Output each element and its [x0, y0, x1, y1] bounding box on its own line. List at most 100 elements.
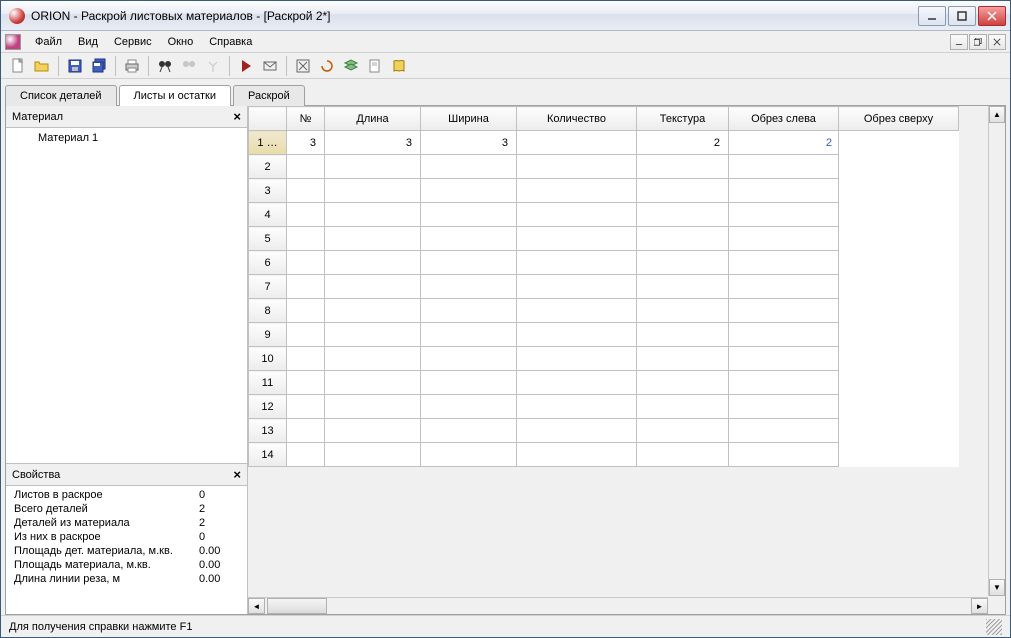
cell[interactable]	[637, 251, 729, 275]
cell[interactable]: 3	[325, 131, 421, 155]
tab-sheets[interactable]: Листы и остатки	[119, 85, 231, 106]
cell[interactable]: 3	[421, 131, 517, 155]
close-button[interactable]	[978, 6, 1006, 26]
cell[interactable]	[637, 419, 729, 443]
data-grid[interactable]: №ДлинаШиринаКоличествоТекстураОбрез слев…	[248, 106, 959, 467]
menu-service[interactable]: Сервис	[106, 34, 160, 50]
cell[interactable]	[287, 323, 325, 347]
cell[interactable]	[637, 203, 729, 227]
cell[interactable]	[325, 443, 421, 467]
cell[interactable]	[287, 371, 325, 395]
page-icon[interactable]	[364, 55, 386, 77]
cell[interactable]	[729, 155, 839, 179]
minimize-button[interactable]	[918, 6, 946, 26]
grid-row[interactable]: 9	[249, 323, 959, 347]
layers-icon[interactable]	[340, 55, 362, 77]
cell[interactable]	[637, 155, 729, 179]
cell[interactable]	[421, 419, 517, 443]
cell[interactable]	[637, 443, 729, 467]
tree-icon[interactable]	[202, 55, 224, 77]
tab-parts-list[interactable]: Список деталей	[5, 85, 117, 106]
vertical-scrollbar[interactable]: ▲ ▼	[988, 106, 1005, 596]
column-header[interactable]: Обрез сверху	[839, 107, 959, 131]
mdi-restore-button[interactable]	[969, 34, 987, 50]
grid-row[interactable]: 12	[249, 395, 959, 419]
column-header[interactable]: Ширина	[421, 107, 517, 131]
cell[interactable]	[637, 395, 729, 419]
cell[interactable]	[729, 443, 839, 467]
grid-row[interactable]: 1 …33322	[249, 131, 959, 155]
cell[interactable]	[287, 419, 325, 443]
cell[interactable]	[729, 371, 839, 395]
grid-row[interactable]: 11	[249, 371, 959, 395]
cell[interactable]	[637, 371, 729, 395]
row-ellipsis-icon[interactable]: …	[267, 137, 278, 149]
menu-file[interactable]: Файл	[27, 34, 70, 50]
cell[interactable]	[421, 179, 517, 203]
grid-row[interactable]: 5	[249, 227, 959, 251]
row-header[interactable]: 8	[249, 299, 287, 323]
run-icon[interactable]	[235, 55, 257, 77]
cell[interactable]	[287, 443, 325, 467]
cell[interactable]	[729, 275, 839, 299]
cell[interactable]	[421, 299, 517, 323]
cell[interactable]	[517, 179, 637, 203]
cell[interactable]	[637, 227, 729, 251]
cell[interactable]	[729, 395, 839, 419]
cell[interactable]	[287, 251, 325, 275]
cell[interactable]	[517, 251, 637, 275]
row-header[interactable]: 10	[249, 347, 287, 371]
cell[interactable]	[287, 275, 325, 299]
cell[interactable]	[325, 227, 421, 251]
cell[interactable]	[729, 227, 839, 251]
grid-row[interactable]: 4	[249, 203, 959, 227]
cell[interactable]	[729, 347, 839, 371]
row-header[interactable]: 1 …	[249, 131, 287, 155]
cell[interactable]	[517, 131, 637, 155]
scroll-left-icon[interactable]: ◄	[248, 598, 265, 614]
cell[interactable]	[325, 179, 421, 203]
print-icon[interactable]	[121, 55, 143, 77]
tab-cutting[interactable]: Раскрой	[233, 85, 305, 106]
mail-icon[interactable]	[259, 55, 281, 77]
menu-view[interactable]: Вид	[70, 34, 106, 50]
row-header[interactable]: 6	[249, 251, 287, 275]
cell[interactable]	[517, 395, 637, 419]
cell[interactable]	[637, 275, 729, 299]
row-header[interactable]: 4	[249, 203, 287, 227]
cell[interactable]	[325, 323, 421, 347]
cell[interactable]: 2	[637, 131, 729, 155]
cell[interactable]	[421, 227, 517, 251]
cell[interactable]	[517, 155, 637, 179]
find-next-icon[interactable]	[178, 55, 200, 77]
mdi-close-button[interactable]	[988, 34, 1006, 50]
cell[interactable]	[517, 443, 637, 467]
cell[interactable]	[325, 299, 421, 323]
cell[interactable]	[421, 323, 517, 347]
grid-row[interactable]: 2	[249, 155, 959, 179]
cell[interactable]	[517, 227, 637, 251]
cell[interactable]	[287, 347, 325, 371]
menu-help[interactable]: Справка	[201, 34, 260, 50]
cell[interactable]	[421, 155, 517, 179]
column-header[interactable]: Обрез слева	[729, 107, 839, 131]
cell[interactable]	[517, 323, 637, 347]
grid-row[interactable]: 7	[249, 275, 959, 299]
grid-row[interactable]: 6	[249, 251, 959, 275]
material-panel-close-icon[interactable]: ×	[233, 109, 241, 124]
row-header[interactable]: 13	[249, 419, 287, 443]
menu-window[interactable]: Окно	[160, 34, 202, 50]
scroll-down-icon[interactable]: ▼	[989, 579, 1005, 596]
row-header[interactable]: 9	[249, 323, 287, 347]
cell[interactable]	[287, 227, 325, 251]
scroll-up-icon[interactable]: ▲	[989, 106, 1005, 123]
cell[interactable]	[421, 395, 517, 419]
material-item[interactable]: Материал 1	[8, 130, 245, 146]
cell[interactable]	[729, 251, 839, 275]
row-header[interactable]: 3	[249, 179, 287, 203]
column-header[interactable]: Длина	[325, 107, 421, 131]
delete-icon[interactable]	[292, 55, 314, 77]
cell[interactable]	[325, 419, 421, 443]
grid-row[interactable]: 8	[249, 299, 959, 323]
maximize-button[interactable]	[948, 6, 976, 26]
